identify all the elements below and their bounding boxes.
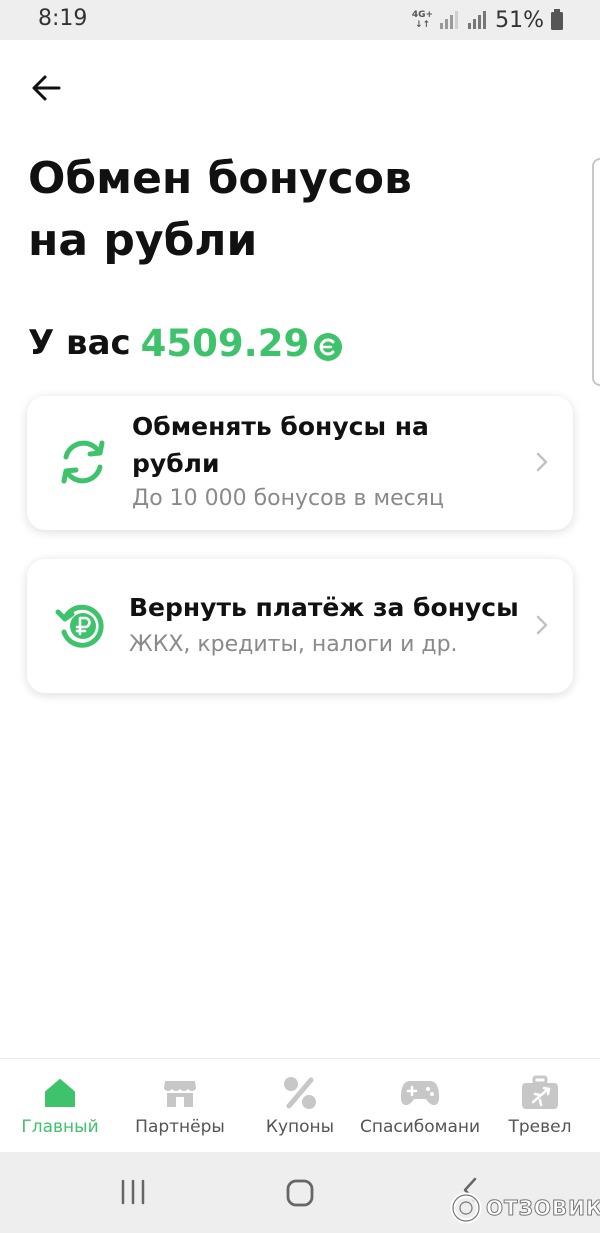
nav-item-travel[interactable]: Тревел xyxy=(480,1059,600,1153)
signal-icon xyxy=(440,11,459,29)
exchange-bonuses-card[interactable]: Обменять бонусы на рубли До 10 000 бонус… xyxy=(27,396,573,530)
suitcase-plane-icon xyxy=(522,1075,558,1109)
home-button-icon[interactable] xyxy=(285,1178,315,1208)
exchange-card-subtitle: До 10 000 бонусов в месяц xyxy=(132,486,444,511)
nav-item-spasibomani[interactable]: Спасибомани xyxy=(360,1059,480,1153)
refund-payment-card[interactable]: Вернуть платёж за бонусы ЖКХ, кредиты, н… xyxy=(27,559,573,693)
network-type: 4G+ ↓↑ xyxy=(411,10,434,30)
nav-label-spasibomani: Спасибомани xyxy=(359,1117,481,1137)
exchange-card-text: Обменять бонусы на рубли До 10 000 бонус… xyxy=(132,408,512,514)
back-button[interactable] xyxy=(24,66,68,110)
watermark-text: ОТЗОВИК xyxy=(485,1196,600,1221)
nav-label-coupons: Купоны xyxy=(265,1117,335,1137)
battery-icon xyxy=(551,9,563,30)
arrow-left-icon xyxy=(32,75,61,101)
exchange-arrows-icon xyxy=(61,440,105,484)
status-bar: 8:19 4G+ ↓↑ 51% xyxy=(0,0,600,40)
signal-icon-2 xyxy=(468,11,487,29)
chevron-right-icon xyxy=(536,615,548,635)
watermark: ОТЗОВИК xyxy=(450,1190,600,1226)
exchange-card-title: Обменять бонусы на рубли xyxy=(132,412,429,478)
battery-percent: 51% xyxy=(495,7,544,33)
nav-label-partners: Партнёры xyxy=(135,1117,225,1137)
balance-value: 4509.29 xyxy=(140,321,310,365)
nav-label-home: Главный xyxy=(21,1117,99,1137)
percent-icon xyxy=(284,1077,316,1109)
refund-card-text: Вернуть платёж за бонусы ЖКХ, кредиты, н… xyxy=(129,589,549,660)
home-icon xyxy=(45,1079,75,1107)
gamepad-icon xyxy=(400,1081,440,1106)
page-title: Обмен бонусов на рубли xyxy=(28,148,548,272)
nav-item-home[interactable]: Главный xyxy=(0,1059,120,1153)
nav-label-travel: Тревел xyxy=(508,1117,572,1137)
edge-panel-handle[interactable] xyxy=(592,158,600,386)
status-time: 8:19 xyxy=(38,6,88,31)
recent-apps-icon[interactable] xyxy=(119,1178,147,1206)
page-title-line-2: на рубли xyxy=(28,215,258,266)
store-icon xyxy=(164,1081,196,1107)
bottom-nav: Главный Партнёры Купоны Спасибомани Трев… xyxy=(0,1058,600,1153)
refund-card-title: Вернуть платёж за бонусы xyxy=(129,593,519,622)
status-indicators: 4G+ ↓↑ 51% xyxy=(412,6,564,34)
ruble-refund-icon xyxy=(55,604,104,648)
bonus-coin-icon xyxy=(314,333,343,361)
watermark-logo-icon xyxy=(450,1192,482,1224)
page-title-line-1: Обмен бонусов xyxy=(28,153,412,204)
chevron-right-icon xyxy=(536,452,548,472)
refund-card-subtitle: ЖКХ, кредиты, налоги и др. xyxy=(129,632,458,657)
balance-line: У вас 4509.29 xyxy=(28,318,343,368)
nav-item-coupons[interactable]: Купоны xyxy=(240,1059,360,1153)
balance-label: У вас xyxy=(28,323,131,363)
nav-item-partners[interactable]: Партнёры xyxy=(120,1059,240,1153)
